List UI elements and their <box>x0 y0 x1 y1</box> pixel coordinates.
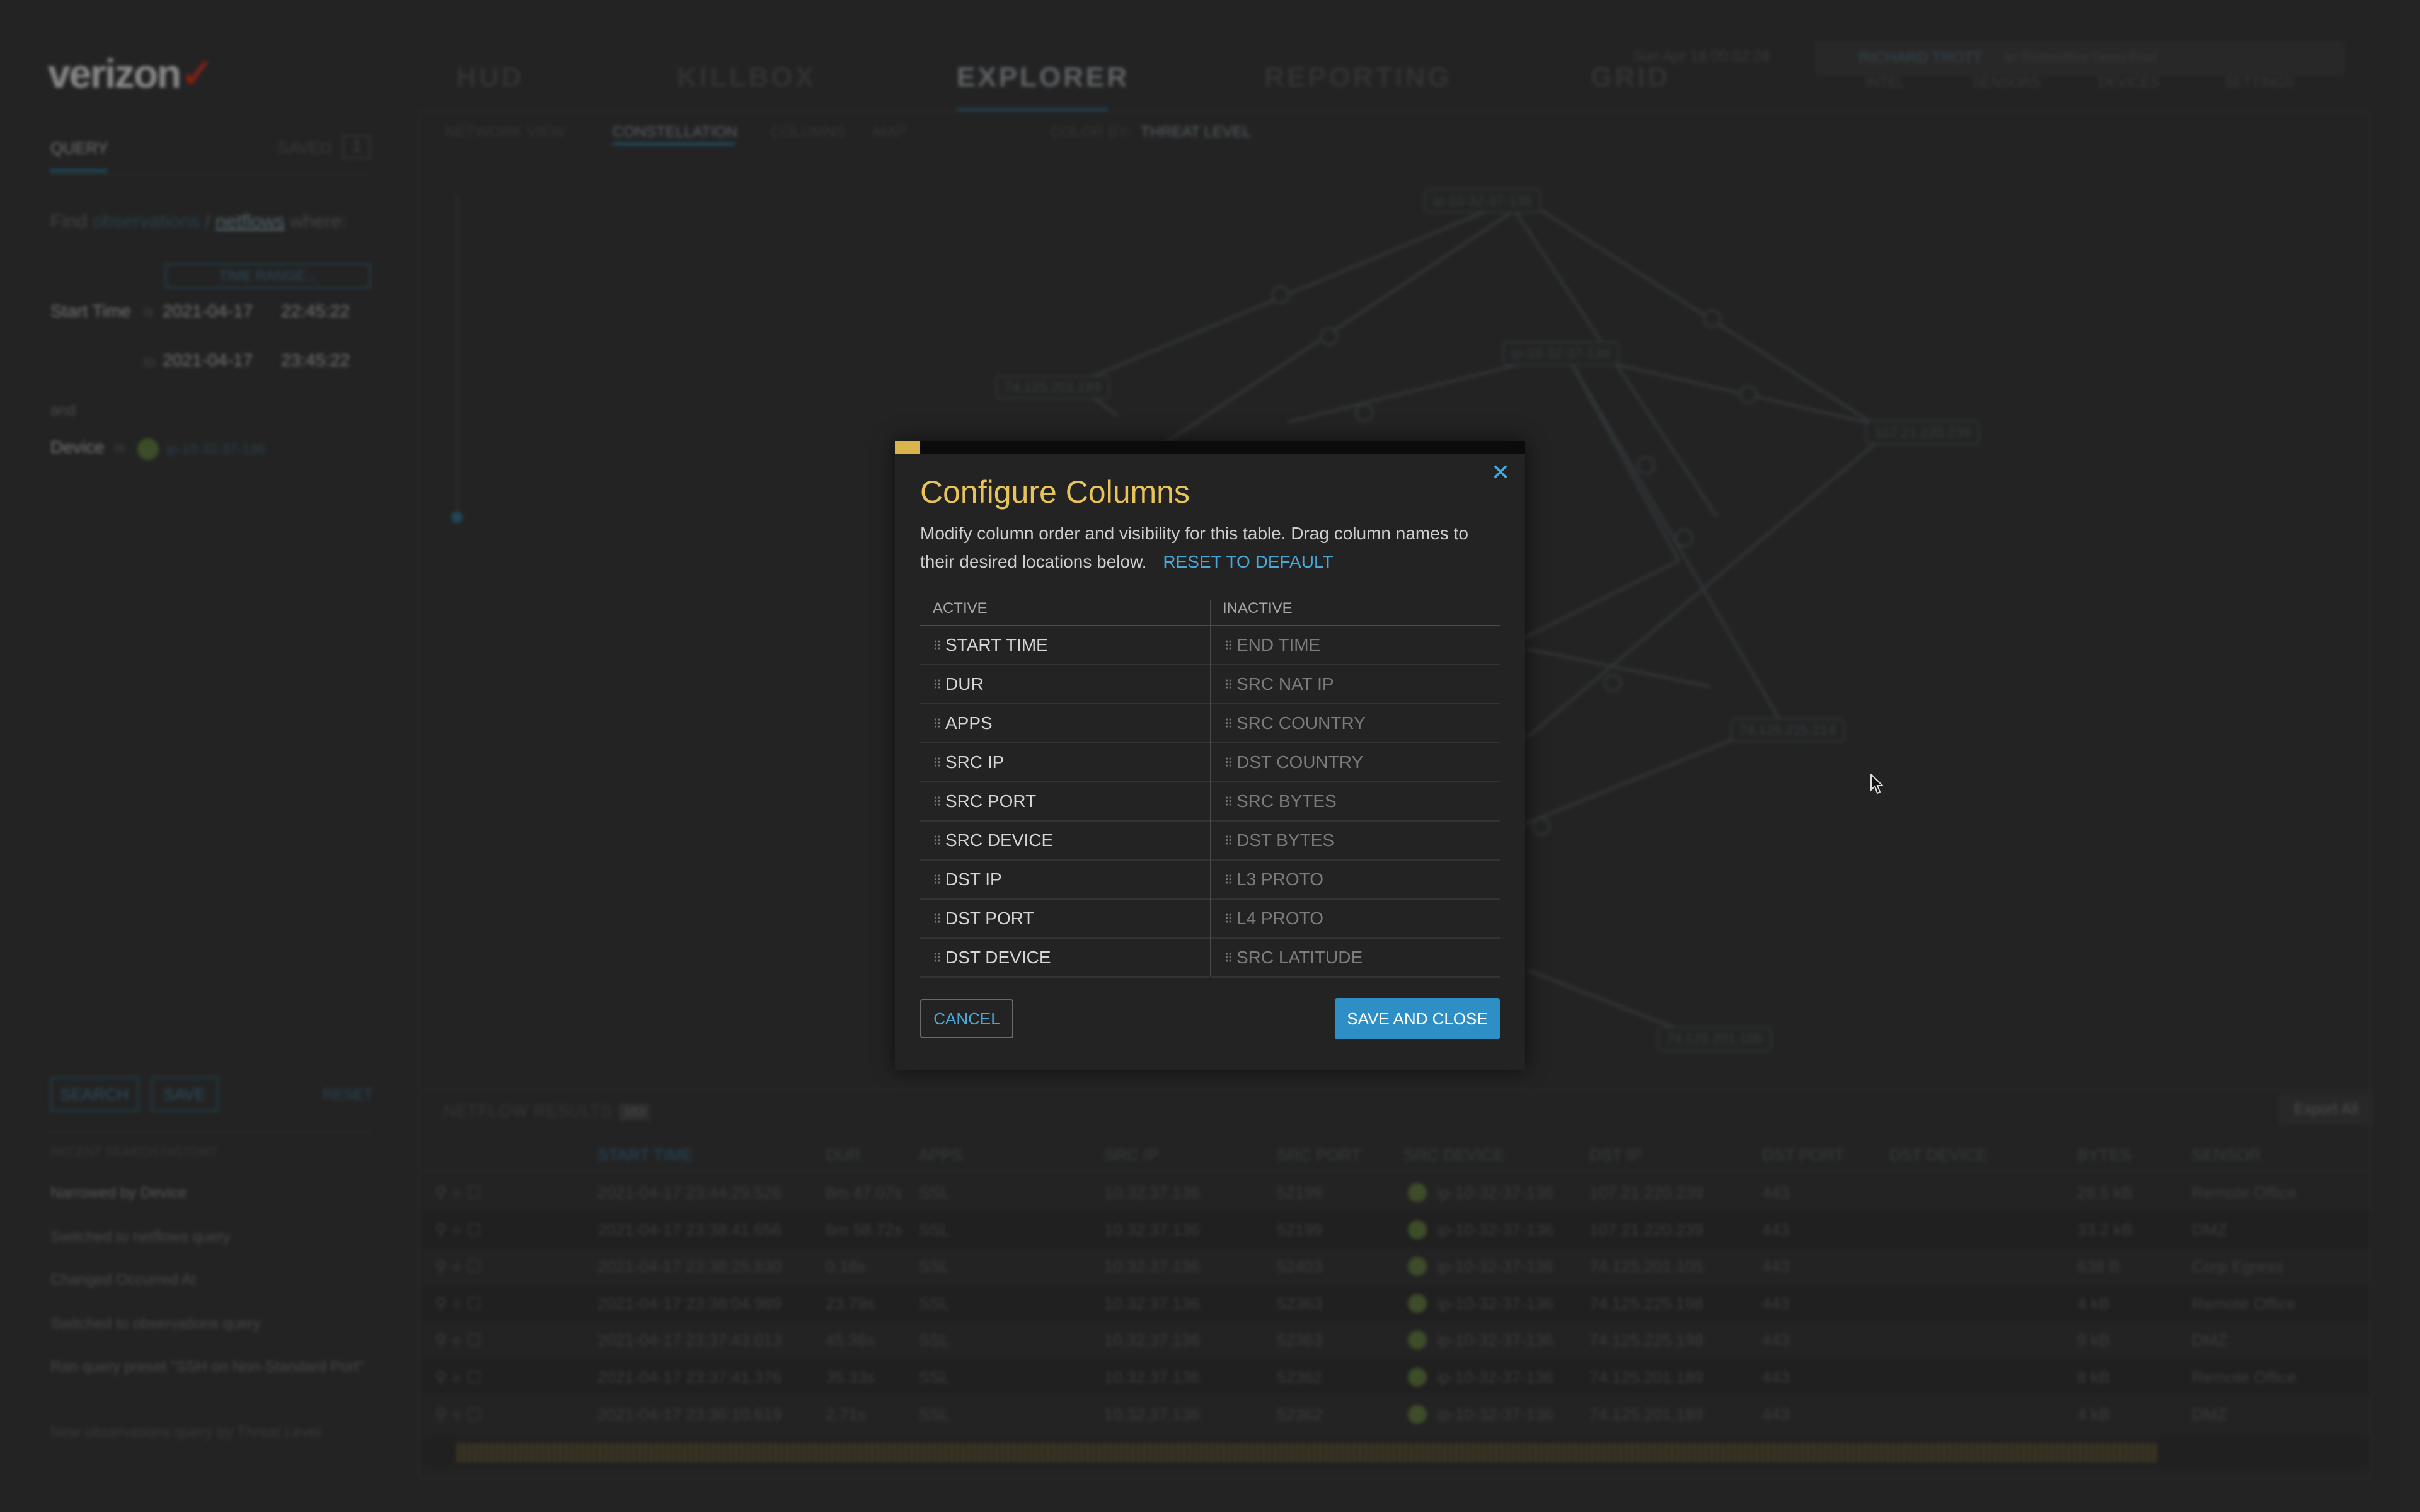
inactive-column-item[interactable]: ⠿ SRC BYTES <box>1211 782 1500 822</box>
column-label: DUR <box>945 674 984 694</box>
inactive-column-header: INACTIVE <box>1223 600 1293 617</box>
inactive-column-item[interactable]: ⠿ SRC LATITUDE <box>1211 939 1500 978</box>
reset-to-default-link[interactable]: RESET TO DEFAULT <box>1163 552 1333 571</box>
drag-handle-icon[interactable]: ⠿ <box>933 706 942 743</box>
column-label: SRC IP <box>945 752 1005 772</box>
save-and-close-button[interactable]: SAVE AND CLOSE <box>1335 998 1500 1040</box>
close-icon[interactable]: ✕ <box>1491 461 1510 484</box>
column-label: L3 PROTO <box>1236 869 1323 889</box>
drag-handle-icon[interactable]: ⠿ <box>933 627 942 665</box>
column-label: SRC LATITUDE <box>1236 948 1363 967</box>
modal-title: Configure Columns <box>920 474 1190 510</box>
drag-handle-icon[interactable]: ⠿ <box>933 823 942 861</box>
drag-handle-icon[interactable]: ⠿ <box>1224 823 1233 861</box>
inactive-column-item[interactable]: ⠿ DST COUNTRY <box>1211 743 1500 782</box>
drag-handle-icon[interactable]: ⠿ <box>933 940 942 978</box>
drag-handle-icon[interactable]: ⠿ <box>1224 940 1233 978</box>
drag-handle-icon[interactable]: ⠿ <box>1224 627 1233 665</box>
column-label: SRC NAT IP <box>1236 674 1334 694</box>
cancel-button[interactable]: CANCEL <box>920 999 1013 1038</box>
column-label: SRC BYTES <box>1236 791 1337 811</box>
column-label: APPS <box>945 713 993 733</box>
inactive-column-item[interactable]: ⠿ DST BYTES <box>1211 822 1500 861</box>
configure-columns-modal: ✕ Configure Columns Modify column order … <box>895 441 1525 1070</box>
inactive-column-item[interactable]: ⠿ L3 PROTO <box>1211 861 1500 900</box>
column-label: START TIME <box>945 635 1048 655</box>
modal-accent <box>895 441 920 454</box>
active-column-item[interactable]: ⠿ DST DEVICE <box>920 939 1210 978</box>
mouse-cursor-icon <box>1870 774 1884 794</box>
active-column-item[interactable]: ⠿ SRC IP <box>920 743 1210 782</box>
column-label: DST IP <box>945 869 1002 889</box>
column-label: DST COUNTRY <box>1236 752 1364 772</box>
inactive-column-item[interactable]: ⠿ SRC NAT IP <box>1211 665 1500 704</box>
active-column-item[interactable]: ⠿ DST PORT <box>920 900 1210 939</box>
active-column-item[interactable]: ⠿ APPS <box>920 704 1210 743</box>
drag-handle-icon[interactable]: ⠿ <box>1224 784 1233 822</box>
active-column-item[interactable]: ⠿ SRC DEVICE <box>920 822 1210 861</box>
column-label: L4 PROTO <box>1236 908 1323 928</box>
active-column-item[interactable]: ⠿ START TIME <box>920 626 1210 665</box>
drag-handle-icon[interactable]: ⠿ <box>933 784 942 822</box>
column-label: SRC DEVICE <box>945 830 1054 850</box>
active-column-header: ACTIVE <box>933 600 988 617</box>
column-label: DST BYTES <box>1236 830 1335 850</box>
drag-handle-icon[interactable]: ⠿ <box>933 862 942 900</box>
column-label: SRC PORT <box>945 791 1037 811</box>
drag-handle-icon[interactable]: ⠿ <box>1224 745 1233 782</box>
column-label: SRC COUNTRY <box>1236 713 1366 733</box>
drag-handle-icon[interactable]: ⠿ <box>1224 706 1233 743</box>
inactive-column-item[interactable]: ⠿ SRC COUNTRY <box>1211 704 1500 743</box>
active-column-item[interactable]: ⠿ DUR <box>920 665 1210 704</box>
active-column-item[interactable]: ⠿ SRC PORT <box>920 782 1210 822</box>
inactive-column-item[interactable]: ⠿ L4 PROTO <box>1211 900 1500 939</box>
drag-handle-icon[interactable]: ⠿ <box>1224 667 1233 704</box>
inactive-column-item[interactable]: ⠿ END TIME <box>1211 626 1500 665</box>
modal-description: Modify column order and visibility for t… <box>920 519 1500 576</box>
drag-handle-icon[interactable]: ⠿ <box>933 901 942 939</box>
drag-handle-icon[interactable]: ⠿ <box>1224 862 1233 900</box>
column-label: DST DEVICE <box>945 948 1051 967</box>
app-root: verizon✓ HUD KILLBOX EXPLORER REPORTING … <box>0 0 2420 1512</box>
active-column-item[interactable]: ⠿ DST IP <box>920 861 1210 900</box>
drag-handle-icon[interactable]: ⠿ <box>933 667 942 704</box>
modal-top-bar <box>895 441 1525 454</box>
column-label: DST PORT <box>945 908 1034 928</box>
column-label: END TIME <box>1236 635 1321 655</box>
drag-handle-icon[interactable]: ⠿ <box>1224 901 1233 939</box>
drag-handle-icon[interactable]: ⠿ <box>933 745 942 782</box>
